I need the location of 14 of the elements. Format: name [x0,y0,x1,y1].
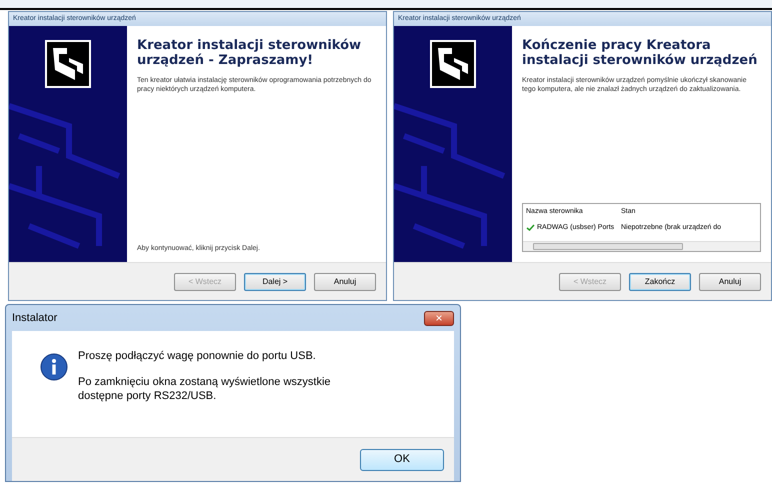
ok-button[interactable]: OK [360,448,444,470]
wizard-button[interactable]: Anuluj [314,272,376,290]
info-icon [40,353,68,381]
dialog-message: Po zamknięciu okna zostaną wyświetlone wszystkie dostępne porty RS232/USB. [78,375,332,403]
wizard-button[interactable]: Anuluj [699,272,761,290]
hardware-icon [430,40,476,88]
dialog-message: Proszę podłączyć wagę ponownie do portu USB. [78,349,317,363]
hardware-icon [45,40,91,88]
wizard-button[interactable]: Dalej > [244,272,306,290]
wizard-button[interactable]: Zakończ [629,272,691,290]
wizard-heading: Kończenie pracy Kreatora instalacji sterowników urządzeń [522,38,758,68]
horizontal-scrollbar[interactable] [523,241,760,251]
wizard-heading: Kreator instalacji sterowników urządzeń - Zapraszamy! [137,38,362,68]
window-title: Instalator [12,310,58,326]
